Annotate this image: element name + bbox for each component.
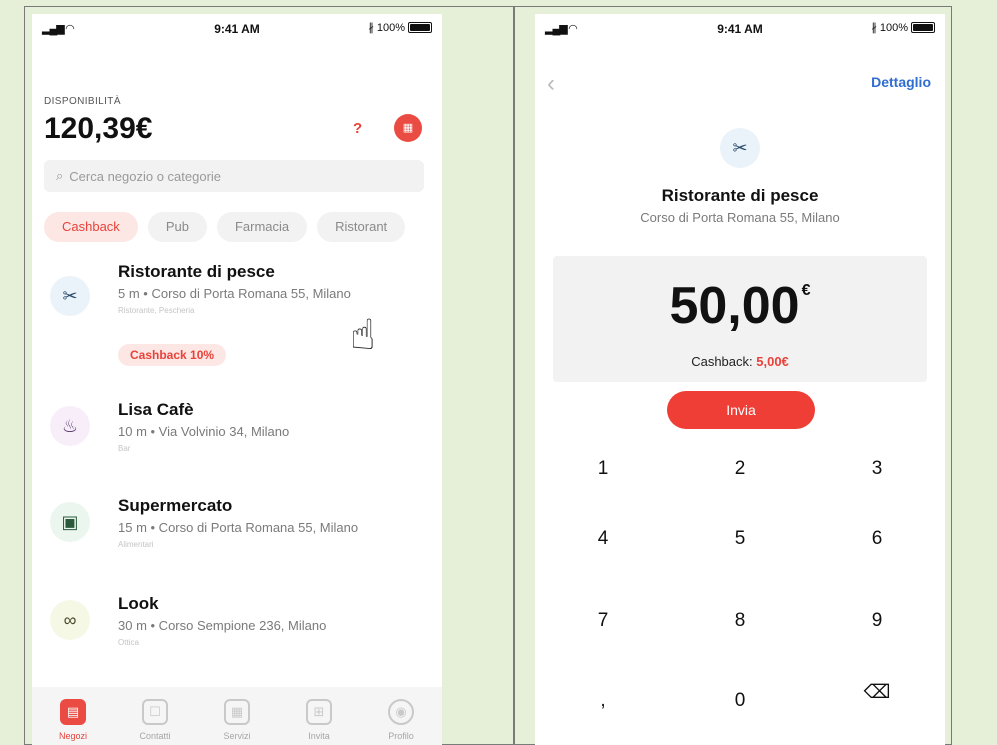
key-9[interactable]: 9 <box>837 596 917 646</box>
bottom-tab-bar: ▤ Negozi ☐ Contatti ▦ Servizi ⊞ Invita ◉… <box>32 687 442 745</box>
backspace-icon[interactable]: ⌫ <box>837 668 917 718</box>
store-address: 5 m • Corso di Porta Romana 55, Milano <box>118 286 351 301</box>
tab-label: Profilo <box>388 731 414 741</box>
store-category: Ristorante, Pescheria <box>118 306 195 315</box>
bluetooth-icon: ∦ <box>368 22 374 34</box>
detail-link[interactable]: Dettaglio <box>871 74 931 90</box>
store-name: Ristorante di pesce <box>661 186 819 205</box>
fish-icon: ✂ <box>50 276 90 316</box>
glasses-icon: ∞ <box>50 600 90 640</box>
tab-label: Servizi <box>223 731 251 741</box>
chip-pub[interactable]: Pub <box>147 212 207 242</box>
amount-value: 50,00 € <box>553 276 927 336</box>
key-2[interactable]: 2 <box>700 444 780 494</box>
availability-label: DISPONIBILITÀ <box>44 96 121 107</box>
qr-code-button[interactable]: ▦ <box>394 114 422 142</box>
services-grid-icon: ▦ <box>224 699 250 725</box>
store-name: Ristorante di pesce <box>118 262 275 281</box>
store-address: 15 m • Corso di Porta Romana 55, Milano <box>118 520 359 535</box>
chip-farmacia[interactable]: Farmacia <box>216 212 308 242</box>
store-logo: ✂ <box>535 128 945 168</box>
fish-icon: ✂ <box>720 128 760 168</box>
chip-cashback[interactable]: Cashback <box>44 212 138 242</box>
gift-icon: ⊞ <box>306 699 332 725</box>
amount-number: 50,00 <box>669 277 800 335</box>
key-8[interactable]: 8 <box>700 596 780 646</box>
payment-screen: ▂▄▆ ◠ 9:41 AM ∦ 100% ‹ Dettaglio ✂ Risto… <box>535 14 945 745</box>
store-name: Lisa Cafè <box>118 400 194 419</box>
battery-percent: 100% <box>879 21 908 34</box>
battery-percent: 100% <box>376 21 405 34</box>
battery-status: ∦ 100% <box>368 21 432 34</box>
status-bar: ▂▄▆ ◠ 9:41 AM ∦ 100% <box>535 14 945 42</box>
key-6[interactable]: 6 <box>837 514 917 564</box>
battery-icon <box>408 22 432 33</box>
store-address: Corso di Porta Romana 55, Milano <box>640 210 840 225</box>
tab-invita[interactable]: ⊞ Invita <box>284 699 354 741</box>
search-icon: ⌕ <box>56 168 64 183</box>
profile-icon: ◉ <box>388 699 414 725</box>
key-comma[interactable]: , <box>563 676 643 726</box>
tab-negozi[interactable]: ▤ Negozi <box>38 699 108 741</box>
cashback-badge: Cashback 10% <box>118 344 227 366</box>
battery-status: ∦ 100% <box>871 21 935 34</box>
key-5[interactable]: 5 <box>700 514 780 564</box>
send-button[interactable]: Invia <box>667 391 815 429</box>
amount-currency: € <box>801 282 811 299</box>
contacts-icon: ☐ <box>142 699 168 725</box>
amount-display: 50,00 € Cashback: 5,00€ <box>553 256 927 382</box>
store-list-screen: ▂▄▆ ◠ 9:41 AM ∦ 100% DISPONIBILITÀ 120,3… <box>32 14 442 745</box>
key-0[interactable]: 0 <box>700 676 780 726</box>
key-3[interactable]: 3 <box>837 444 917 494</box>
store-item-supermercato[interactable]: ▣ Supermercato 15 m • Corso di Porta Rom… <box>44 496 429 566</box>
cashback-value: 5,00€ <box>756 354 789 369</box>
balance-amount: 120,39€ <box>44 112 153 145</box>
store-item-look[interactable]: ∞ Look 30 m • Corso Sempione 236, Milano… <box>44 594 429 664</box>
tab-profilo[interactable]: ◉ Profilo <box>366 699 436 741</box>
store-name: Look <box>118 594 159 613</box>
status-bar: ▂▄▆ ◠ 9:41 AM ∦ 100% <box>32 14 442 42</box>
store-address: 30 m • Corso Sempione 236, Milano <box>118 618 327 633</box>
tab-label: Negozi <box>58 731 87 741</box>
key-4[interactable]: 4 <box>563 514 643 564</box>
key-1[interactable]: 1 <box>563 444 643 494</box>
tab-contatti[interactable]: ☐ Contatti <box>120 699 190 741</box>
tab-label: Contatti <box>139 731 171 741</box>
shop-cart-icon: ▣ <box>50 502 90 542</box>
hand-cursor-icon: ☝ <box>350 311 376 358</box>
category-chips: Cashback Pub Farmacia Ristorant <box>44 212 406 242</box>
cashback-line: Cashback: 5,00€ <box>553 354 927 369</box>
store-category: Bar <box>118 444 131 453</box>
cashback-label: Cashback: <box>691 354 753 369</box>
key-7[interactable]: 7 <box>563 596 643 646</box>
tab-servizi[interactable]: ▦ Servizi <box>202 699 272 741</box>
help-icon[interactable]: ? <box>353 120 362 137</box>
search-input[interactable]: ⌕ Cerca negozio o categorie <box>44 160 424 192</box>
tab-label: Invita <box>308 731 330 741</box>
store-category: Ottica <box>118 638 139 647</box>
bluetooth-icon: ∦ <box>871 22 877 34</box>
cupcake-icon: ♨ <box>50 406 90 446</box>
chip-ristoranti[interactable]: Ristorant <box>317 212 406 242</box>
store-item-lisa-cafe[interactable]: ♨ Lisa Cafè 10 m • Via Volvinio 34, Mila… <box>44 400 429 470</box>
store-address: 10 m • Via Volvinio 34, Milano <box>118 424 290 439</box>
store-icon: ▤ <box>60 699 86 725</box>
store-name: Supermercato <box>118 496 233 515</box>
store-category: Alimentari <box>118 540 154 549</box>
back-chevron-icon[interactable]: ‹ <box>547 70 555 98</box>
search-placeholder: Cerca negozio o categorie <box>69 168 222 184</box>
battery-icon <box>911 22 935 33</box>
